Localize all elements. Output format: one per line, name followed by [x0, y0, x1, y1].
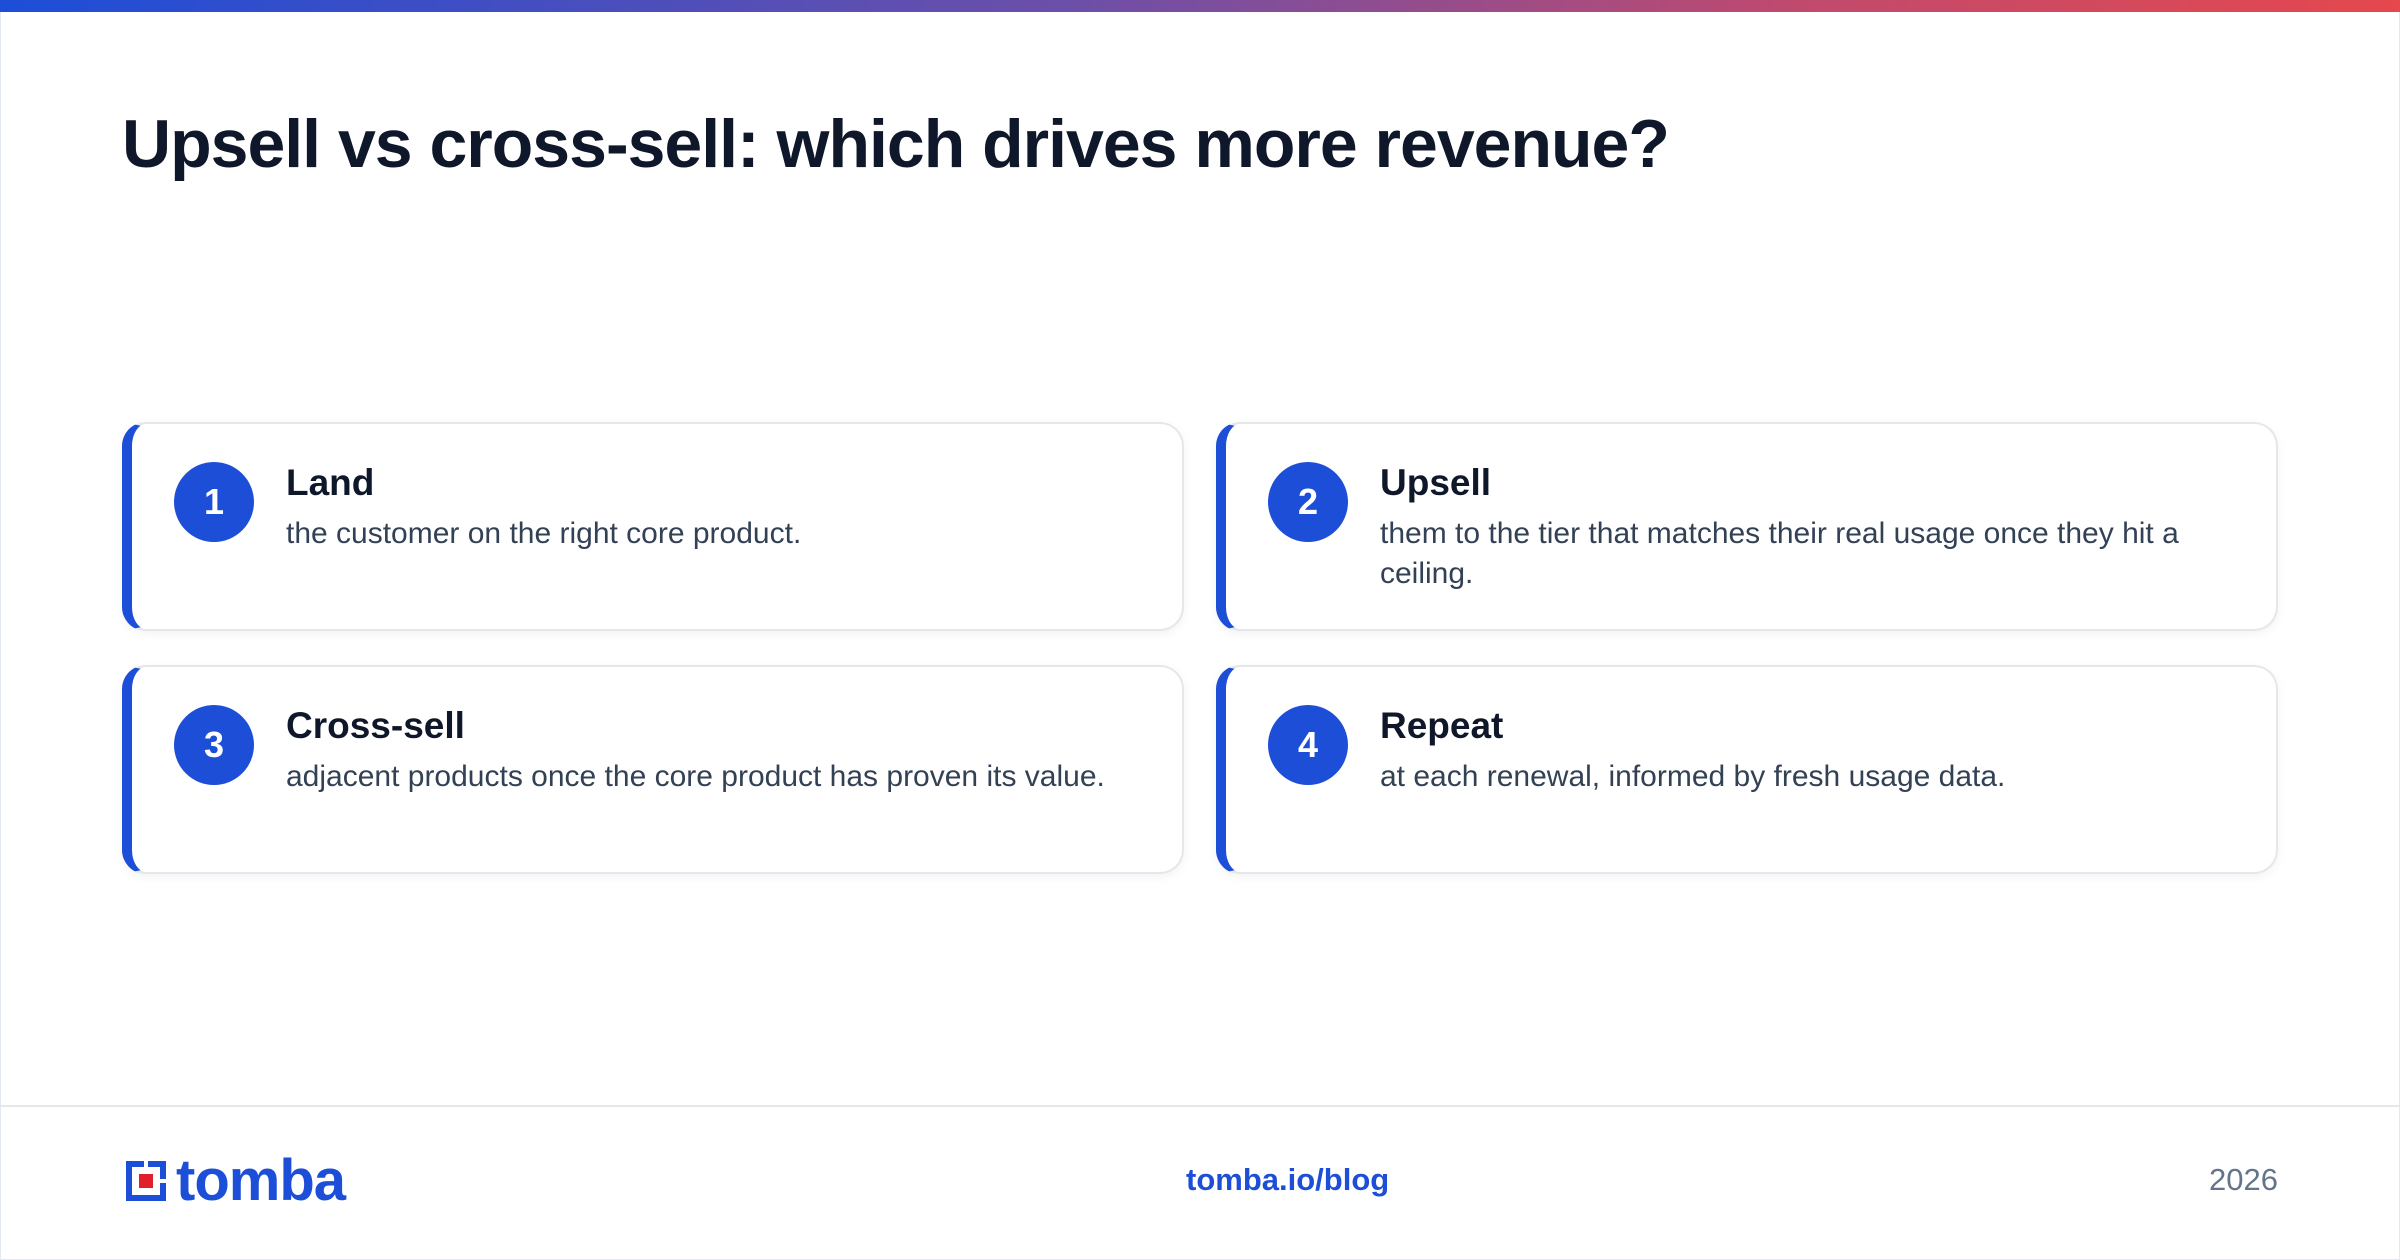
step-title: Repeat	[1380, 705, 1504, 746]
blog-link[interactable]: tomba.io/blog	[1186, 1162, 1389, 1198]
step-description: them to the tier that matches their real…	[1380, 517, 2179, 590]
tomba-logo[interactable]: tomba	[122, 1148, 346, 1213]
logo-wordmark: tomba	[176, 1148, 346, 1213]
page-title: Upsell vs cross-sell: which drives more …	[122, 106, 1670, 182]
step-number-badge: 2	[1268, 462, 1348, 542]
step-title: Land	[286, 462, 375, 503]
step-text: Land the customer on the right core prod…	[286, 460, 1132, 554]
step-description: the customer on the right core product.	[286, 517, 802, 550]
step-card-upsell: 2 Upsell them to the tier that matches t…	[1216, 422, 2278, 631]
step-number-badge: 1	[174, 462, 254, 542]
gradient-top-bar	[0, 0, 2400, 12]
step-card-repeat: 4 Repeat at each renewal, informed by fr…	[1216, 665, 2278, 874]
step-description: at each renewal, informed by fresh usage…	[1380, 760, 2006, 793]
step-text: Upsell them to the tier that matches the…	[1380, 460, 2226, 594]
footer-divider	[0, 1105, 2400, 1107]
step-card-cross-sell: 3 Cross-sell adjacent products once the …	[122, 665, 1184, 874]
step-text: Repeat at each renewal, informed by fres…	[1380, 703, 2226, 797]
step-card-land: 1 Land the customer on the right core pr…	[122, 422, 1184, 631]
steps-grid: 1 Land the customer on the right core pr…	[122, 422, 2278, 874]
step-title: Cross-sell	[286, 705, 465, 746]
step-description: adjacent products once the core product …	[286, 760, 1105, 793]
tomba-logo-icon	[126, 1161, 166, 1201]
footer-year: 2026	[2209, 1162, 2278, 1197]
step-title: Upsell	[1380, 462, 1492, 503]
step-number-badge: 4	[1268, 705, 1348, 785]
step-number-badge: 3	[174, 705, 254, 785]
step-text: Cross-sell adjacent products once the co…	[286, 703, 1132, 797]
